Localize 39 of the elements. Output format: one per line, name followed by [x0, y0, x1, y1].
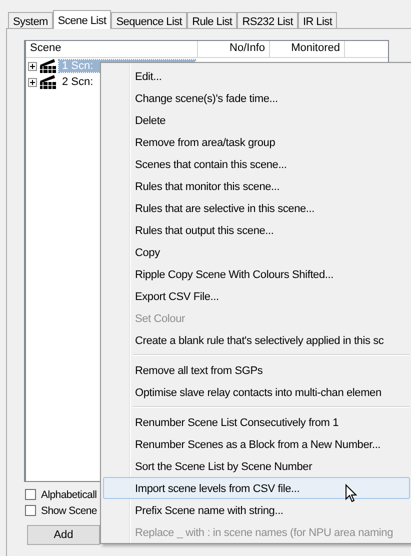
menu-item[interactable]: Prefix Scene name with string... — [103, 499, 410, 521]
menu-item[interactable]: Delete — [103, 109, 410, 131]
menu-item[interactable]: Export CSV File... — [103, 285, 410, 307]
menu-item[interactable]: Rules that output this scene... — [103, 219, 410, 241]
tab[interactable]: System — [8, 12, 53, 28]
checkbox-label: Alphabeticall — [41, 488, 97, 500]
menu-item[interactable]: Sort the Scene List by Scene Number — [103, 455, 410, 477]
tree-item[interactable]: 2 Scn: — [59, 76, 96, 88]
clapperboard-icon — [39, 59, 57, 73]
add-button[interactable]: Add — [27, 525, 100, 545]
menu-item[interactable]: Import scene levels from CSV file... — [103, 477, 410, 499]
column-header[interactable]: Scene — [26, 41, 198, 57]
checkbox[interactable] — [25, 505, 36, 516]
menu-item[interactable]: Renumber Scenes as a Block from a New Number... — [103, 433, 410, 455]
menu-item[interactable]: Remove all text from SGPs — [103, 359, 410, 381]
menu-item[interactable]: Copy — [103, 241, 410, 263]
clapperboard-icon — [39, 75, 57, 89]
menu-item[interactable]: Remove from area/task group — [103, 131, 410, 153]
menu-item[interactable]: Create a blank rule that's selectively applied in this sc — [103, 329, 410, 351]
menu-item[interactable]: Edit... — [103, 65, 410, 87]
tab[interactable]: Sequence List — [111, 12, 188, 28]
mouse-cursor-icon — [345, 484, 357, 503]
tab[interactable]: IR List — [298, 12, 338, 28]
menu-item[interactable]: Change scene(s)'s fade time... — [103, 87, 410, 109]
tab[interactable]: Scene List — [52, 10, 112, 29]
column-header[interactable]: No/Info — [198, 41, 270, 57]
expand-icon[interactable] — [28, 62, 37, 70]
menu-item[interactable]: Scenes that contain this scene... — [103, 153, 410, 175]
expand-icon[interactable] — [28, 78, 37, 86]
menu-item[interactable]: Optimise slave relay contacts into multi-chan elemen — [103, 381, 410, 403]
menu-item[interactable]: Ripple Copy Scene With Colours Shifted... — [103, 263, 410, 285]
menu-item[interactable]: Renumber Scene List Consecutively from 1 — [103, 411, 410, 433]
menu-item[interactable]: Rules that are selective in this scene... — [103, 197, 410, 219]
checkbox-label: Show Scene — [41, 504, 97, 516]
tab[interactable]: Rule List — [187, 12, 238, 28]
checkbox[interactable] — [25, 489, 36, 500]
menu-item[interactable]: Rules that monitor this scene... — [103, 175, 410, 197]
column-header[interactable]: Monitored — [270, 41, 345, 57]
tab[interactable]: RS232 List — [237, 12, 298, 28]
